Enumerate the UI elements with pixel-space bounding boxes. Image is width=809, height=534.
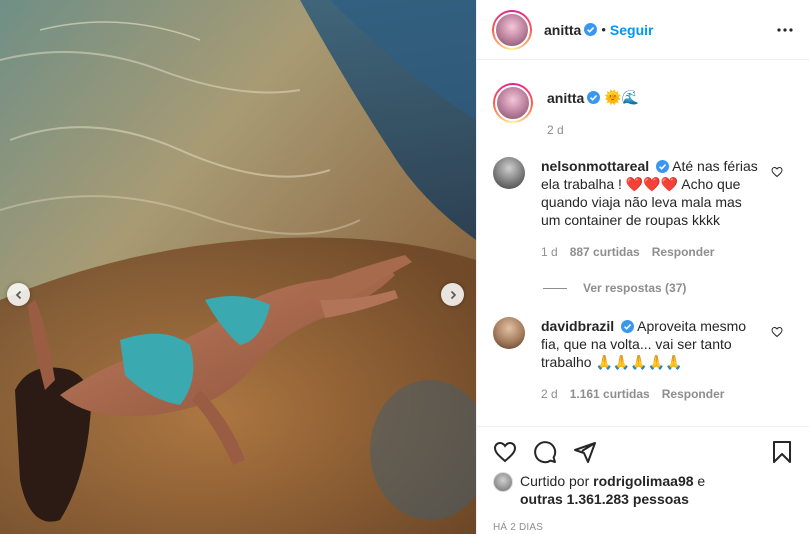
dot-separator: • [601, 22, 606, 37]
comment-likes[interactable]: 1.161 curtidas [570, 385, 650, 403]
beach-photo [0, 0, 476, 534]
comment-icon[interactable] [533, 440, 557, 464]
replies-divider [543, 287, 567, 289]
like-icon[interactable] [493, 440, 517, 464]
follow-button[interactable]: Seguir [610, 22, 654, 38]
commenter-avatar[interactable] [493, 157, 525, 189]
share-icon[interactable] [573, 440, 597, 464]
comment-time: 2 d [541, 387, 558, 401]
comment-meta: 1 d 887 curtidas Responder [541, 243, 763, 261]
author-username[interactable]: anitta [544, 22, 581, 38]
liker-username[interactable]: rodrigolimaa98 [593, 473, 693, 489]
liked-by-joiner: e [697, 473, 706, 489]
caption-text: 🌞🌊 [604, 89, 640, 105]
post-header: anitta • Seguir [477, 0, 809, 60]
liker-avatar[interactable] [493, 472, 513, 492]
caption-time: 2 d [547, 123, 564, 137]
reply-button[interactable]: Responder [662, 385, 725, 403]
more-options-icon[interactable] [777, 27, 793, 32]
like-comment-icon[interactable] [771, 166, 783, 178]
verified-badge-icon [656, 160, 670, 173]
author-avatar[interactable] [492, 9, 532, 50]
verified-badge-icon [587, 91, 601, 104]
likes-summary: Curtido por rodrigolimaa98 e outras 1.36… [493, 472, 793, 508]
commenter-username[interactable]: davidbrazil [541, 318, 614, 334]
comment-likes[interactable]: 887 curtidas [570, 243, 640, 261]
bookmark-icon[interactable] [771, 440, 793, 464]
liked-by-prefix: Curtido por [520, 473, 590, 489]
chevron-right-icon [450, 290, 456, 299]
commenter-username[interactable]: nelsonmottareal [541, 158, 649, 174]
comment-item: nelsonmottareal Até nas férias ela traba… [493, 157, 793, 261]
comment-meta: 2 d 1.161 curtidas Responder [541, 385, 763, 403]
like-comment-icon[interactable] [771, 326, 783, 338]
comment-item: davidbrazil Aproveita mesmo fia, que na … [493, 317, 793, 403]
others-likes-link[interactable]: outras 1.361.283 pessoas [520, 491, 689, 507]
comment-time: 1 d [541, 245, 558, 259]
comments-section[interactable]: anitta 🌞🌊 2 d nelsonmottareal Até nas fé… [477, 61, 809, 425]
chevron-left-icon [15, 290, 21, 299]
commenter-avatar[interactable] [493, 317, 525, 349]
next-photo-button[interactable] [441, 283, 464, 306]
post-side-panel: anitta • Seguir anitta 🌞🌊 2 d nelsonmott… [476, 0, 809, 534]
post-photo[interactable] [0, 0, 476, 534]
verified-badge-icon [621, 320, 635, 333]
post-actions: Curtido por rodrigolimaa98 e outras 1.36… [477, 426, 809, 533]
reply-button[interactable]: Responder [652, 243, 715, 261]
action-icons [493, 427, 793, 477]
view-replies-button[interactable]: Ver respostas (37) [543, 281, 793, 295]
caption-author[interactable]: anitta [547, 90, 584, 106]
view-replies-label[interactable]: Ver respostas (37) [583, 281, 686, 295]
caption: anitta 🌞🌊 2 d [493, 61, 793, 153]
previous-photo-button[interactable] [7, 283, 30, 306]
verified-badge-icon [584, 23, 598, 36]
post-timestamp[interactable]: HÁ 2 DIAS [493, 522, 793, 533]
caption-avatar[interactable] [493, 83, 533, 123]
